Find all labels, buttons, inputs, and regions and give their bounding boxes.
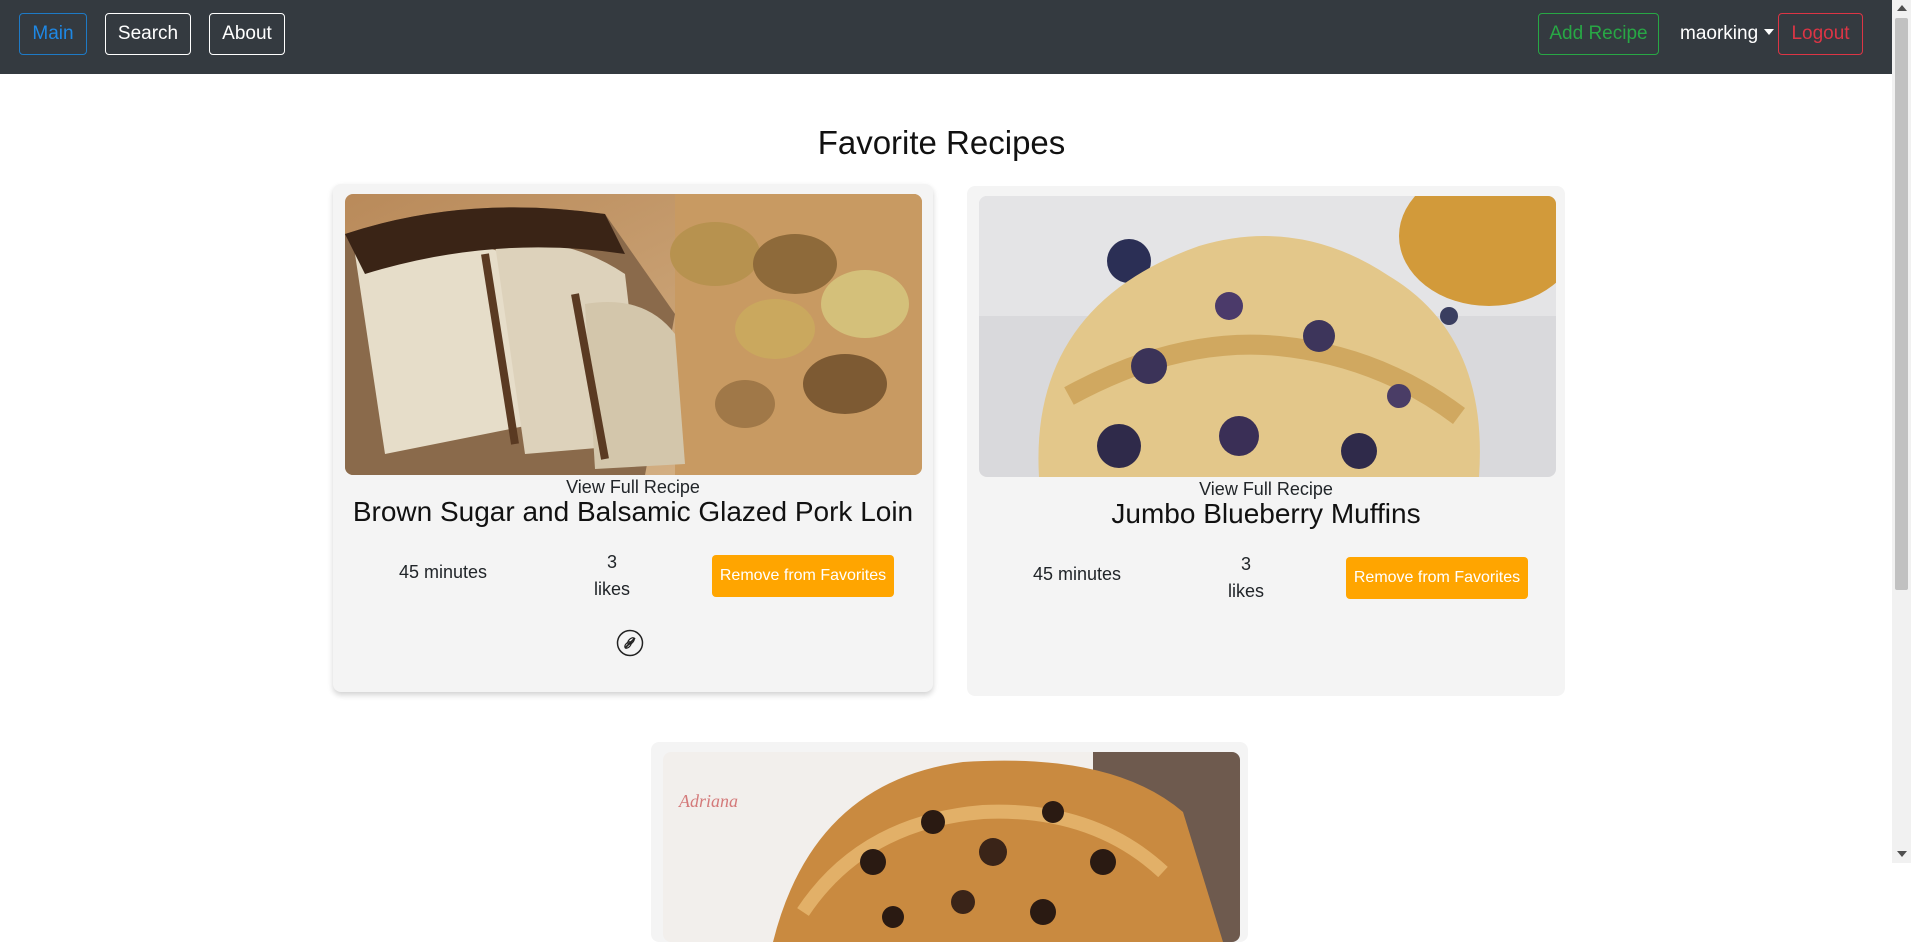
scrollbar-thumb[interactable]	[1895, 18, 1908, 590]
chocolate-chip-bars-image: Adriana	[663, 752, 1240, 942]
pork-loin-image	[345, 194, 922, 475]
likes-label: likes	[1227, 581, 1264, 601]
username-label: maorking	[1680, 23, 1759, 44]
likes-count: 3 likes	[592, 549, 632, 603]
cook-time: 45 minutes	[399, 562, 488, 582]
recipe-image[interactable]	[979, 196, 1556, 477]
likes-count: 3 likes	[1226, 551, 1266, 605]
likes-number: 3	[1240, 554, 1251, 574]
view-full-recipe-link[interactable]: View Full Recipe	[333, 477, 933, 498]
recipe-title: Jumbo Blueberry Muffins	[1111, 498, 1421, 529]
add-recipe-button[interactable]: Add Recipe	[1538, 13, 1659, 55]
recipe-title: Brown Sugar and Balsamic Glazed Pork Loi…	[352, 496, 914, 527]
page-scrollbar[interactable]	[1892, 0, 1911, 863]
page-title: Favorite Recipes	[817, 124, 1066, 161]
about-nav-button[interactable]: About	[209, 13, 285, 55]
cook-time: 45 minutes	[1033, 564, 1122, 584]
recipe-image[interactable]: Adriana	[663, 752, 1240, 942]
top-navbar: Main Search About Add Recipe maorking Lo…	[0, 0, 1892, 74]
chevron-down-icon	[1764, 29, 1775, 35]
likes-number: 3	[606, 552, 617, 572]
view-full-recipe-link[interactable]: View Full Recipe	[967, 479, 1565, 500]
gluten-free-badge-icon	[616, 629, 644, 657]
remove-from-favorites-button[interactable]: Remove from Favorites	[1346, 557, 1528, 599]
recipe-card: View Full Recipe Jumbo Blueberry Muffins…	[967, 186, 1565, 696]
recipe-card: Adriana	[651, 742, 1248, 942]
recipe-image[interactable]	[345, 194, 922, 475]
watermark-text: Adriana	[678, 791, 738, 811]
scroll-up-arrow-icon[interactable]	[1897, 5, 1907, 11]
blueberry-muffin-image	[979, 196, 1556, 477]
scroll-down-arrow-icon[interactable]	[1897, 851, 1907, 857]
user-dropdown[interactable]: maorking	[1680, 13, 1775, 55]
likes-label: likes	[593, 579, 630, 599]
recipe-card: View Full Recipe Brown Sugar and Balsami…	[333, 184, 933, 692]
main-nav-button[interactable]: Main	[19, 13, 87, 55]
logout-button[interactable]: Logout	[1778, 13, 1863, 55]
remove-from-favorites-button[interactable]: Remove from Favorites	[712, 555, 894, 597]
search-nav-button[interactable]: Search	[105, 13, 191, 55]
